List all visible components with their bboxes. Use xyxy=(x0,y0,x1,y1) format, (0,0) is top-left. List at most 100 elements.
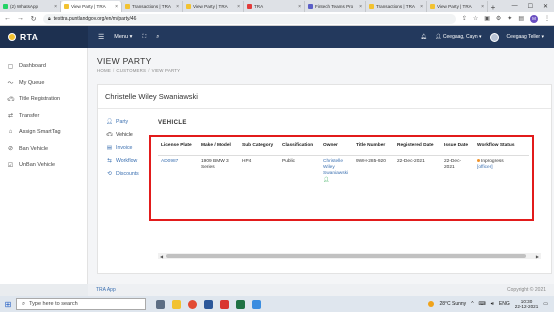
sidebar-item-label: Title Registration xyxy=(19,96,61,103)
url-field[interactable]: 🔒︎ testtra.puntlandgov.org/en/m/party/46 xyxy=(43,13,456,24)
wps-icon[interactable] xyxy=(220,299,229,309)
tab-close-icon[interactable]: × xyxy=(54,4,57,10)
browser-tab[interactable]: View Party | TRA × xyxy=(61,1,122,12)
user-menu[interactable]: 👤︎ Ceegaag, Cayn ▾ xyxy=(435,34,481,40)
sidebar-item-transfer[interactable]: ⇄ Transfer xyxy=(0,108,87,125)
windows-start-icon[interactable]: ⊞ xyxy=(0,296,16,312)
tab-party[interactable]: 👤︎ Party xyxy=(106,115,152,128)
scroll-right-icon[interactable]: ▶ xyxy=(536,254,539,259)
sidebar-item-dashboard[interactable]: ▢ Dashboard xyxy=(0,58,87,75)
table-header-row: License Plate Make / Model Sub Category … xyxy=(158,137,529,156)
share-icon[interactable]: ⇪ xyxy=(462,15,467,22)
party-name: Christelle Wiley Swaniawski xyxy=(98,85,551,109)
fullscreen-icon[interactable]: ⛶ xyxy=(142,34,146,41)
reload-icon[interactable]: ↻ xyxy=(30,15,37,23)
tab-invoice[interactable]: ▤ Invoice xyxy=(106,141,152,154)
tab-vehicle[interactable]: 🚗︎ Vehicle xyxy=(106,128,152,141)
tab-workflow[interactable]: ⇆ Workflow xyxy=(106,154,152,167)
sidebar-item-assign-smarttag[interactable]: ⌂ Assign SmartTag xyxy=(0,124,87,141)
scrollbar-thumb[interactable] xyxy=(166,254,526,258)
profile-avatar[interactable]: M xyxy=(530,14,538,23)
menu-dropdown[interactable]: Menu ▾ xyxy=(114,34,132,40)
network-icon[interactable]: ⌨ xyxy=(479,301,486,307)
puzzle-icon[interactable]: ✦ xyxy=(507,15,512,22)
tab-label: Workflow xyxy=(116,157,138,164)
notification-bell-icon[interactable]: 🔔︎ xyxy=(421,34,427,40)
party-tabs: 👤︎ Party 🚗︎ Vehicle ▤ Invoice ⇆ Workflow ⟲ Discou… xyxy=(106,115,152,180)
close-window-icon[interactable]: ✕ xyxy=(543,3,548,10)
tab-close-icon[interactable]: × xyxy=(420,4,423,10)
license-plate-link[interactable]: AD0987 xyxy=(158,155,198,185)
hamburger-icon[interactable]: ☰ xyxy=(98,33,104,41)
browser-tab[interactable]: View Party | TRA × xyxy=(427,1,488,12)
tab-close-icon[interactable]: × xyxy=(237,4,240,10)
workflow-status-cell: Inprogress [officer] xyxy=(474,155,529,185)
browser-tab[interactable]: TRA × xyxy=(244,1,305,12)
search-icon[interactable]: ⌕ xyxy=(156,34,159,41)
tab-discounts[interactable]: ⟲ Discounts xyxy=(106,167,152,180)
table-row: AD0987 1909 BMW 3 Series HP4 Public Chri… xyxy=(158,155,529,185)
clock[interactable]: 10:30 22-12-2021 xyxy=(515,299,539,310)
breadcrumb-customers[interactable]: CUSTOMERS xyxy=(116,68,146,73)
col-classification[interactable]: Classification xyxy=(279,137,320,156)
minimize-icon[interactable]: — xyxy=(512,3,518,9)
sidebar-item-unban-vehicle[interactable]: ☑ UnBan Vehicle xyxy=(0,157,87,174)
extension-icon[interactable]: ▣ xyxy=(484,15,490,22)
role-menu[interactable]: Ceegaag Teller ▾ xyxy=(507,34,544,40)
tab-close-icon[interactable]: × xyxy=(359,4,362,10)
tab-title: (2) WhatsApp xyxy=(10,4,39,9)
file-explorer-icon[interactable] xyxy=(172,299,181,309)
col-owner[interactable]: Owner xyxy=(320,137,353,156)
browser-tab[interactable]: Fintech Teams Pro × xyxy=(305,1,366,12)
notifications-icon[interactable]: ▭ xyxy=(543,301,548,307)
table-horizontal-scrollbar[interactable]: ◀ ▶ xyxy=(158,253,541,259)
tab-close-icon[interactable]: × xyxy=(115,4,118,10)
browser-tab[interactable]: View Party | TRA × xyxy=(183,1,244,12)
settings-gear-icon[interactable]: ⚙ xyxy=(496,15,501,22)
back-icon[interactable]: ← xyxy=(4,15,11,22)
language-indicator[interactable]: ENG xyxy=(499,301,510,307)
browser-tab[interactable]: Transactions | TRA × xyxy=(122,1,183,12)
taskbar-search[interactable]: ⌕ Type here to search xyxy=(16,298,146,310)
store-icon[interactable] xyxy=(252,299,261,309)
col-registered-date[interactable]: Registered Date xyxy=(394,137,441,156)
user-avatar[interactable] xyxy=(489,32,499,42)
sidepanel-icon[interactable]: ▤ xyxy=(518,15,524,22)
classification-cell: Public xyxy=(282,158,296,164)
col-sub-category[interactable]: Sub Category xyxy=(239,137,279,156)
tab-close-icon[interactable]: × xyxy=(176,4,179,10)
tab-close-icon[interactable]: × xyxy=(481,4,484,10)
tray-arrow-icon[interactable]: ^ xyxy=(471,301,473,307)
col-license-plate[interactable]: License Plate xyxy=(158,137,198,156)
breadcrumb-home[interactable]: HOME xyxy=(97,68,111,73)
sidebar: ▢ Dashboard 〜 My Queue 🚗︎ Title Registration ⇄… xyxy=(0,48,88,284)
scroll-left-icon[interactable]: ◀ xyxy=(160,254,163,259)
col-make-model[interactable]: Make / Model xyxy=(198,137,239,156)
sidebar-item-my-queue[interactable]: 〜 My Queue xyxy=(0,75,87,92)
tab-close-icon[interactable]: × xyxy=(298,4,301,10)
weather-text[interactable]: 28°C Sunny xyxy=(439,301,466,307)
excel-icon[interactable] xyxy=(236,299,245,309)
footer-app-name[interactable]: TRA App xyxy=(96,287,116,293)
col-title-number[interactable]: Title Number xyxy=(353,137,394,156)
brand[interactable]: RTA xyxy=(0,26,88,48)
tab-title: Transactions | TRA xyxy=(376,4,415,9)
workflow-actor-link[interactable]: [officer] xyxy=(477,165,493,170)
volume-icon[interactable]: 🔊︎ xyxy=(491,301,494,307)
new-tab-button[interactable]: + xyxy=(488,3,498,12)
browser-menu-icon[interactable]: ⋮ xyxy=(544,15,550,22)
col-workflow-status[interactable]: Workflow Status xyxy=(474,137,529,156)
sidebar-item-ban-vehicle[interactable]: ⊘ Ban Vehicle xyxy=(0,141,87,158)
browser-tab[interactable]: Transactions | TRA × xyxy=(366,1,427,12)
word-icon[interactable] xyxy=(204,299,213,309)
browser-tab[interactable]: (2) WhatsApp × xyxy=(0,1,61,12)
task-view-icon[interactable] xyxy=(156,299,165,309)
transfer-icon: ⇄ xyxy=(7,113,14,120)
owner-link[interactable]: Christelle Wiley Swaniawski xyxy=(323,159,348,177)
bookmark-star-icon[interactable]: ☆ xyxy=(473,15,478,22)
maximize-icon[interactable]: ☐ xyxy=(528,3,533,10)
chrome-icon[interactable] xyxy=(188,299,197,309)
sidebar-item-title-registration[interactable]: 🚗︎ Title Registration xyxy=(0,91,87,108)
col-issue-date[interactable]: Issue Date xyxy=(441,137,474,156)
forward-icon[interactable]: → xyxy=(17,15,24,22)
